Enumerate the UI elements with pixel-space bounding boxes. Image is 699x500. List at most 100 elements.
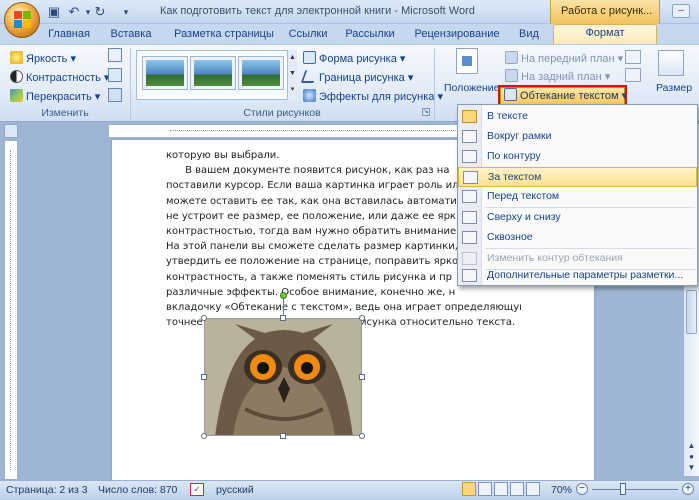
- wrap-through-item[interactable]: Сквозное: [458, 228, 697, 248]
- resize-handle[interactable]: [280, 433, 286, 439]
- edit-wrap-points-icon: [462, 252, 477, 265]
- save-icon[interactable]: ▣: [46, 4, 62, 20]
- customize-toolbar-icon[interactable]: ▾: [118, 4, 134, 20]
- scrollbar-thumb[interactable]: [686, 290, 697, 334]
- proofing-icon[interactable]: ✓: [190, 483, 204, 496]
- gallery-scroll[interactable]: ▲ ▼ ▾: [287, 50, 297, 100]
- contrast-icon: [10, 70, 23, 83]
- zoom-out-icon[interactable]: −: [576, 483, 588, 495]
- window-title: Как подготовить текст для электронной кн…: [160, 5, 475, 17]
- tab-format[interactable]: Формат: [553, 24, 657, 45]
- rotate-handle-stem: [283, 299, 284, 315]
- owl-image: [205, 319, 361, 435]
- redo-icon[interactable]: ↻: [92, 4, 108, 20]
- picture-shape-button[interactable]: Форма рисунка ▾: [303, 51, 405, 68]
- change-picture-icon[interactable]: [108, 68, 122, 82]
- bring-front-button[interactable]: На передний план ▾: [505, 51, 623, 68]
- tab-references[interactable]: Ссылки: [285, 26, 331, 44]
- word-count[interactable]: Число слов: 870: [98, 484, 177, 496]
- resize-handle[interactable]: [201, 374, 207, 380]
- picture-tools-title: Работа с рисунк...: [550, 0, 660, 24]
- wrap-top-bottom-icon: [462, 211, 477, 224]
- send-back-button[interactable]: На задний план ▾: [505, 69, 610, 86]
- more-layout-options-item[interactable]: Дополнительные параметры разметки...: [458, 266, 697, 286]
- bring-front-icon: [505, 51, 518, 64]
- group-icon[interactable]: [625, 68, 641, 82]
- text-line: различные эффекты. Особое внимание, коне…: [166, 286, 456, 298]
- shape-icon: [303, 51, 316, 64]
- styles-group-label: Стили рисунков: [243, 107, 321, 119]
- language-indicator[interactable]: русский: [216, 484, 254, 496]
- tab-home[interactable]: Главная: [48, 26, 90, 44]
- page-count[interactable]: Страница: 2 из 3: [6, 484, 88, 496]
- office-button[interactable]: [4, 2, 40, 38]
- contrast-button[interactable]: Контрастность ▾: [10, 70, 109, 87]
- tab-insert[interactable]: Вставка: [108, 26, 154, 44]
- wrap-top-bottom-item[interactable]: Сверху и снизу: [458, 208, 697, 228]
- picture-border-button[interactable]: Граница рисунка ▾: [300, 70, 413, 87]
- wrap-behind-text-item[interactable]: За текстом: [458, 167, 697, 187]
- position-icon[interactable]: [456, 48, 478, 74]
- zoom-level[interactable]: 70%: [551, 484, 572, 496]
- ruler-toggle[interactable]: [4, 124, 18, 138]
- tab-page-layout[interactable]: Разметка страницы: [170, 26, 278, 44]
- recolor-icon: [10, 89, 23, 102]
- wrap-through-icon: [462, 231, 477, 244]
- size-button[interactable]: Размер: [656, 80, 692, 97]
- size-icon[interactable]: [658, 50, 684, 76]
- wrap-tight-icon: [462, 150, 477, 163]
- group-divider: [434, 48, 435, 120]
- pencil-icon: [300, 70, 319, 83]
- text-wrap-menu: В тексте Вокруг рамки По контуру За текс…: [457, 104, 698, 286]
- wrap-square-icon: [462, 130, 477, 143]
- wrap-square-item[interactable]: Вокруг рамки: [458, 127, 697, 147]
- web-layout-icon[interactable]: [494, 482, 508, 496]
- wrap-in-front-item[interactable]: Перед текстом: [458, 187, 697, 207]
- wrap-behind-icon: [463, 171, 478, 184]
- layout-options-icon: [462, 269, 477, 282]
- outline-icon[interactable]: [510, 482, 524, 496]
- compress-pictures-icon[interactable]: [108, 48, 122, 62]
- wrap-inline-item[interactable]: В тексте: [458, 107, 697, 127]
- owl-picture[interactable]: [204, 318, 362, 436]
- zoom-slider-thumb[interactable]: [620, 483, 626, 495]
- reset-picture-icon[interactable]: [108, 88, 122, 102]
- tab-review[interactable]: Рецензирование: [412, 26, 502, 44]
- wrap-tight-item[interactable]: По контуру: [458, 147, 697, 167]
- brightness-button[interactable]: Яркость ▾: [10, 51, 76, 68]
- zoom-slider[interactable]: [592, 489, 678, 490]
- resize-handle[interactable]: [201, 433, 207, 439]
- style-thumbnail[interactable]: [190, 56, 236, 90]
- style-thumbnail[interactable]: [238, 56, 284, 90]
- wrap-front-icon: [462, 190, 477, 203]
- minimize-button[interactable]: –: [672, 4, 690, 18]
- recolor-button[interactable]: Перекрасить ▾: [10, 89, 100, 106]
- dialog-launcher-icon[interactable]: ↘: [422, 108, 430, 116]
- full-screen-icon[interactable]: [478, 482, 492, 496]
- picture-effects-button[interactable]: Эффекты для рисунка ▾: [303, 89, 443, 106]
- rotate-handle[interactable]: [280, 292, 287, 299]
- zoom-in-icon[interactable]: +: [682, 483, 694, 495]
- resize-handle[interactable]: [359, 374, 365, 380]
- resize-handle[interactable]: [280, 315, 286, 321]
- send-back-icon: [505, 69, 518, 82]
- adjust-group-label: Изменить: [41, 107, 89, 119]
- office-logo-icon: [14, 11, 32, 29]
- print-layout-icon[interactable]: [462, 482, 476, 496]
- browse-object-icons[interactable]: ▲ ● ▼: [686, 440, 697, 474]
- align-icon[interactable]: [625, 50, 641, 64]
- brightness-icon: [10, 51, 23, 64]
- position-button[interactable]: Положение: [444, 80, 500, 97]
- effects-icon: [303, 89, 316, 102]
- resize-handle[interactable]: [359, 433, 365, 439]
- tab-mailings[interactable]: Рассылки: [340, 26, 400, 44]
- text-line: вкладочку «Обтекание с текстом», ведь он…: [166, 301, 521, 313]
- tab-view[interactable]: Вид: [514, 26, 544, 44]
- draft-icon[interactable]: [526, 482, 540, 496]
- ruler-ticks: [10, 150, 12, 470]
- resize-handle[interactable]: [359, 315, 365, 321]
- resize-handle[interactable]: [201, 315, 207, 321]
- style-thumbnail[interactable]: [142, 56, 188, 90]
- wrap-inline-icon: [462, 110, 477, 123]
- view-buttons: [462, 482, 542, 497]
